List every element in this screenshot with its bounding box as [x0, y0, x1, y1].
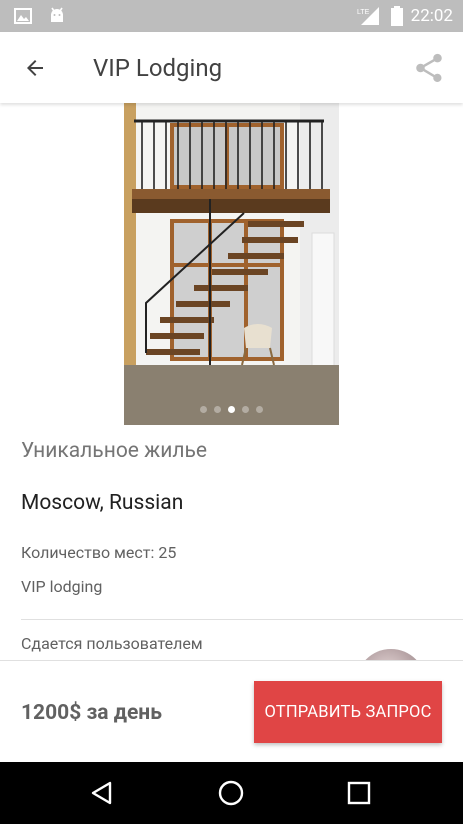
gallery-pager	[124, 406, 339, 413]
pager-dot[interactable]	[200, 406, 207, 413]
share-icon	[416, 53, 442, 83]
share-button[interactable]	[411, 50, 447, 86]
nav-recents-icon	[347, 781, 371, 805]
nav-recents-button[interactable]	[341, 776, 377, 810]
listing-photo	[124, 103, 339, 425]
owner-label: Сдается пользователем	[21, 634, 203, 653]
system-nav-bar	[0, 762, 463, 824]
owner-avatar[interactable]	[356, 649, 426, 660]
pager-dot[interactable]	[214, 406, 221, 413]
page-title: VIP Lodging	[93, 54, 223, 82]
pager-dot[interactable]	[242, 406, 249, 413]
network-label: LTE	[357, 9, 370, 16]
back-button[interactable]	[18, 52, 52, 84]
listing-content: Уникальное жилье Moscow, Russian Количес…	[0, 103, 463, 660]
listing-location: Moscow, Russian	[21, 491, 184, 515]
nav-home-button[interactable]	[213, 776, 249, 810]
send-request-button[interactable]: ОТПРАВИТЬ ЗАПРОС	[254, 681, 442, 743]
arrow-back-icon	[27, 60, 43, 76]
listing-places: Количество мест: 25	[21, 543, 177, 562]
status-time: 22:02	[410, 6, 453, 26]
nav-back-button[interactable]	[84, 776, 120, 810]
listing-photo-gallery[interactable]	[124, 103, 339, 425]
nav-home-icon	[218, 780, 244, 806]
listing-type: VIP lodging	[21, 577, 103, 596]
pager-dot[interactable]	[256, 406, 263, 413]
pager-dot-active[interactable]	[228, 406, 235, 413]
image-icon	[14, 8, 32, 24]
android-icon	[51, 7, 63, 22]
bottom-action-bar: 1200$ за день ОТПРАВИТЬ ЗАПРОС	[0, 660, 463, 762]
price-label: 1200$ за день	[21, 701, 162, 725]
status-bar: LTE 22:02	[0, 0, 463, 32]
signal-icon: LTE	[357, 7, 379, 25]
divider	[21, 619, 463, 620]
app-bar: VIP Lodging	[0, 32, 463, 103]
battery-icon	[390, 6, 403, 26]
listing-title: Уникальное жилье	[21, 439, 208, 463]
nav-back-icon	[91, 781, 112, 805]
